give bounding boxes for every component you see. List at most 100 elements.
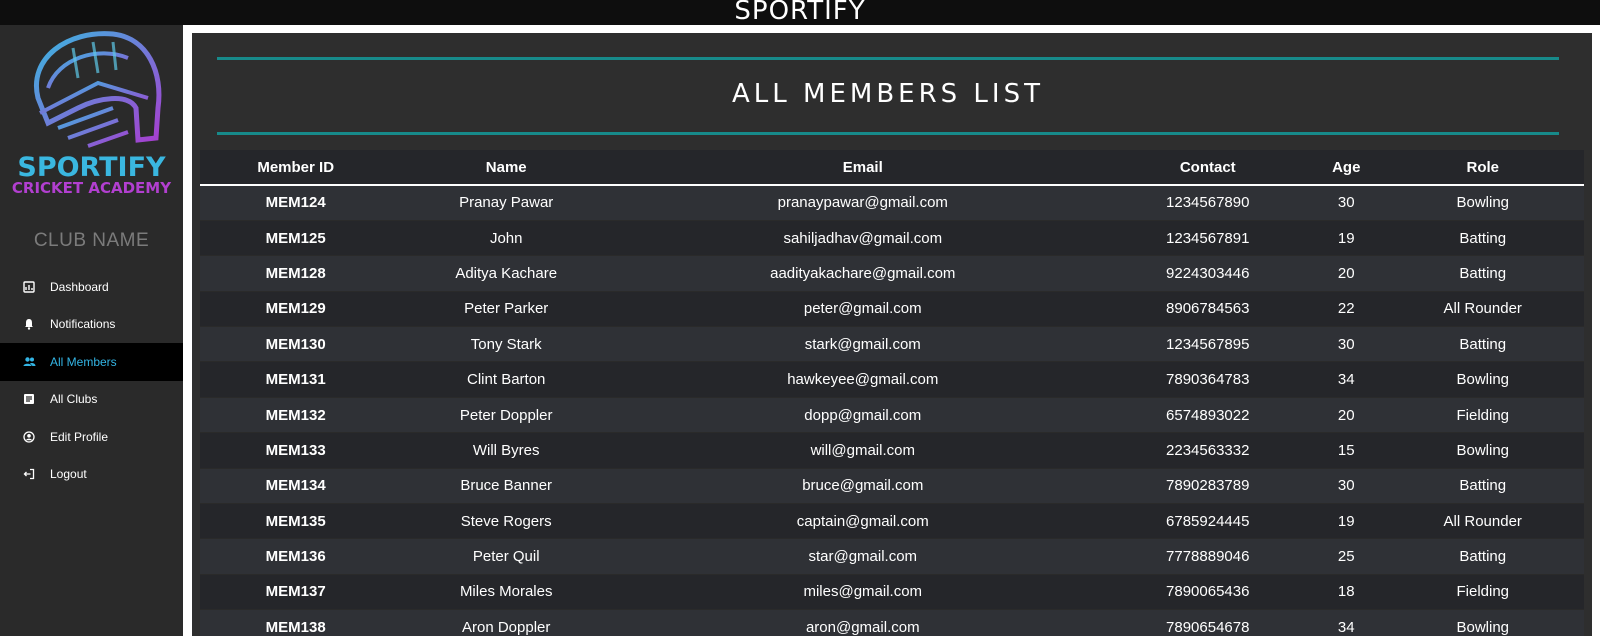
member-id-cell: MEM129 xyxy=(265,300,326,318)
member-age-cell: 30 xyxy=(1337,477,1355,495)
sidebar: SPORTIFY CRICKET ACADEMY CLUB NAME Dashb… xyxy=(0,25,183,636)
member-name-cell: Clint Barton xyxy=(467,371,546,389)
member-age-cell: 25 xyxy=(1337,548,1355,566)
table-row[interactable]: MEM129 Peter Parker peter@gmail.com 8906784… xyxy=(200,291,1584,327)
member-id-cell: MEM135 xyxy=(265,512,326,530)
member-age-cell: 19 xyxy=(1337,512,1355,530)
sidebar-item-all-members[interactable]: All Members xyxy=(0,343,183,381)
member-role-cell: Bowling xyxy=(1456,371,1510,389)
table-header-row: Member ID Name Email Contact Age Role xyxy=(200,150,1584,185)
member-name-cell: Bruce Banner xyxy=(460,477,553,495)
sidebar-item-label: Logout xyxy=(50,467,87,482)
member-age-cell: 19 xyxy=(1337,229,1355,247)
table-row[interactable]: MEM133 Will Byres will@gmail.com 2234563332… xyxy=(200,432,1584,469)
member-contact-cell: 9224303446 xyxy=(1166,264,1250,282)
member-age-cell: 22 xyxy=(1337,300,1355,318)
table-row[interactable]: MEM132 Peter Doppler dopp@gmail.com 6574893… xyxy=(200,397,1584,433)
member-name-cell: Peter Doppler xyxy=(459,406,553,424)
table-row[interactable]: MEM131 Clint Barton hawkeyee@gmail.com 7890… xyxy=(200,361,1584,398)
sidebar-item-dashboard[interactable]: Dashboard xyxy=(0,268,183,306)
column-header[interactable]: Age xyxy=(1311,150,1382,185)
sidebar-item-all-clubs[interactable]: All Clubs xyxy=(0,381,183,419)
sidebar-item-label: Notifications xyxy=(50,317,116,332)
member-role-cell: Batting xyxy=(1459,335,1507,353)
member-email-cell: stark@gmail.com xyxy=(804,335,921,353)
member-email-cell: sahiljadhav@gmail.com xyxy=(783,229,943,247)
member-age-cell: 30 xyxy=(1337,194,1355,212)
member-email-cell: peter@gmail.com xyxy=(803,300,922,318)
member-email-cell: aron@gmail.com xyxy=(805,618,920,636)
member-id-cell: MEM136 xyxy=(265,548,326,566)
table-row[interactable]: MEM128 Aditya Kachare aadityakachare@gmail… xyxy=(200,255,1584,292)
member-role-cell: Bowling xyxy=(1456,618,1510,636)
member-age-cell: 20 xyxy=(1337,406,1355,424)
member-role-cell: Fielding xyxy=(1456,583,1510,601)
table-row[interactable]: MEM124 Pranay Pawar pranaypawar@gmail.com 1… xyxy=(200,185,1584,221)
sidebar-item-edit-profile[interactable]: Edit Profile xyxy=(0,418,183,456)
helmet-logo-icon xyxy=(34,31,162,148)
table-row[interactable]: MEM137 Miles Morales miles@gmail.com 789006… xyxy=(200,574,1584,610)
members-table-body: MEM124 Pranay Pawar pranaypawar@gmail.com 1… xyxy=(200,185,1584,636)
member-name-cell: Tony Stark xyxy=(470,335,542,353)
table-row[interactable]: MEM135 Steve Rogers captain@gmail.com 67859… xyxy=(200,503,1584,539)
sidebar-item-logout[interactable]: Logout xyxy=(0,456,183,494)
clubs-icon xyxy=(22,392,36,406)
table-row[interactable]: MEM130 Tony Stark stark@gmail.com 123456789… xyxy=(200,326,1584,362)
club-name: CLUB NAME xyxy=(33,230,150,251)
member-name-cell: Will Byres xyxy=(472,441,540,459)
members-panel: ALL MEMBERS LIST Member ID Name Email Co… xyxy=(192,33,1592,636)
member-role-cell: Batting xyxy=(1459,548,1507,566)
column-header[interactable]: Email xyxy=(621,150,1104,185)
member-role-cell: Batting xyxy=(1459,229,1507,247)
member-id-cell: MEM124 xyxy=(265,194,326,212)
member-name-cell: Miles Morales xyxy=(459,583,553,601)
member-contact-cell: 1234567891 xyxy=(1166,229,1250,247)
member-id-cell: MEM133 xyxy=(265,441,326,459)
member-id-cell: MEM137 xyxy=(265,583,326,601)
member-id-cell: MEM128 xyxy=(265,264,326,282)
logo-subtitle: CRICKET ACADEMY xyxy=(11,179,172,197)
table-row[interactable]: MEM136 Peter Quil star@gmail.com 7778889046… xyxy=(200,538,1584,575)
table-row[interactable]: MEM134 Bruce Banner bruce@gmail.com 7890283… xyxy=(200,468,1584,504)
member-email-cell: aadityakachare@gmail.com xyxy=(770,264,956,282)
member-age-cell: 30 xyxy=(1337,335,1355,353)
table-row[interactable]: MEM138 Aron Doppler aron@gmail.com 78906546… xyxy=(200,609,1584,636)
sidebar-item-label: All Members xyxy=(50,354,117,369)
column-header[interactable]: Contact xyxy=(1105,150,1311,185)
member-id-cell: MEM132 xyxy=(265,406,326,424)
column-header[interactable]: Member ID xyxy=(200,150,391,185)
academy-logo: SPORTIFY CRICKET ACADEMY xyxy=(0,28,183,198)
member-contact-cell: 6785924445 xyxy=(1166,512,1250,530)
member-contact-cell: 7890654678 xyxy=(1166,618,1250,636)
member-name-cell: Aron Doppler xyxy=(462,618,551,636)
column-header[interactable]: Name xyxy=(391,150,621,185)
member-name-cell: Peter Quil xyxy=(472,548,540,566)
member-email-cell: hawkeyee@gmail.com xyxy=(787,371,939,389)
member-name-cell: Pranay Pawar xyxy=(459,194,554,212)
member-role-cell: All Rounder xyxy=(1443,512,1522,530)
member-contact-cell: 1234567895 xyxy=(1166,335,1250,353)
title-divider-bottom xyxy=(217,132,1559,135)
member-email-cell: miles@gmail.com xyxy=(803,583,923,601)
member-email-cell: pranaypawar@gmail.com xyxy=(777,194,948,212)
member-contact-cell: 7890283789 xyxy=(1166,477,1250,495)
app-brand: SPORTIFY xyxy=(734,0,866,26)
column-header[interactable]: Role xyxy=(1382,150,1585,185)
member-email-cell: bruce@gmail.com xyxy=(802,477,924,495)
users-icon xyxy=(22,355,36,369)
sidebar-item-notifications[interactable]: Notifications xyxy=(0,306,183,344)
sidebar-item-label: Edit Profile xyxy=(50,429,109,444)
member-contact-cell: 6574893022 xyxy=(1166,406,1250,424)
table-row[interactable]: MEM125 John sahiljadhav@gmail.com 123456789… xyxy=(200,220,1584,256)
dashboard-icon xyxy=(22,280,36,294)
members-table: Member ID Name Email Contact Age Role ME… xyxy=(200,150,1584,636)
member-role-cell: All Rounder xyxy=(1443,300,1522,318)
member-role-cell: Batting xyxy=(1459,264,1507,282)
sidebar-item-label: All Clubs xyxy=(50,392,98,407)
member-role-cell: Fielding xyxy=(1456,406,1510,424)
member-id-cell: MEM130 xyxy=(265,335,326,353)
member-id-cell: MEM138 xyxy=(265,618,326,636)
member-age-cell: 34 xyxy=(1337,618,1355,636)
member-age-cell: 20 xyxy=(1337,264,1355,282)
member-id-cell: MEM131 xyxy=(265,371,326,389)
